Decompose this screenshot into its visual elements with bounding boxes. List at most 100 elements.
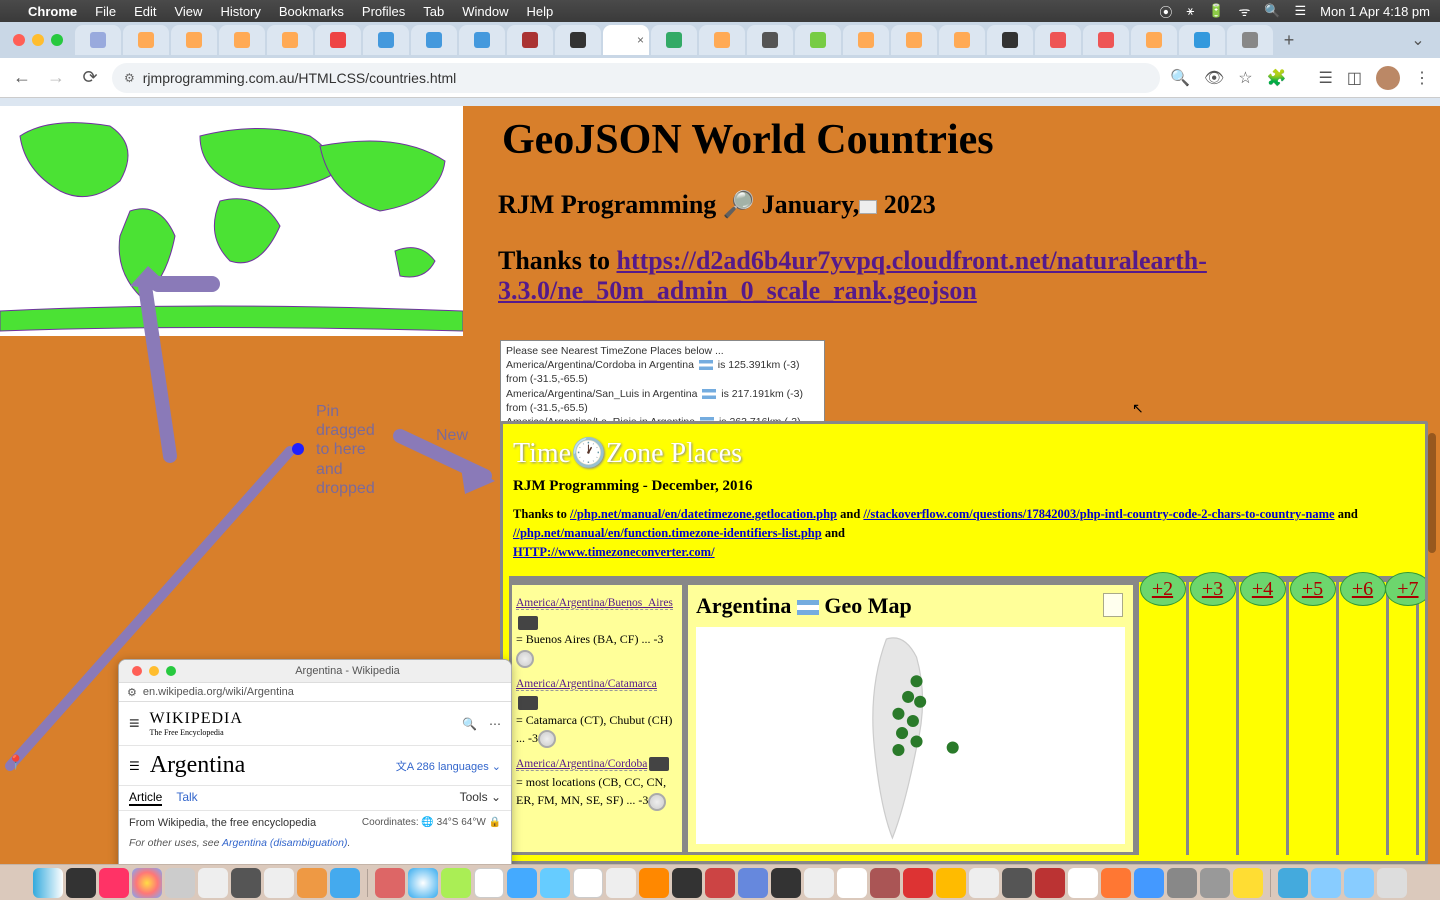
dock-app[interactable] [198, 868, 228, 898]
wiki-dab-link[interactable]: Argentina (disambiguation) [222, 837, 348, 849]
wikipedia-logo[interactable]: WIKIPEDIAThe Free Encyclopedia [150, 710, 243, 737]
argentina-map[interactable] [696, 627, 1125, 844]
world-map[interactable] [0, 106, 463, 336]
site-info-icon[interactable]: ⚙ [127, 686, 137, 699]
minimize-window[interactable] [32, 34, 44, 46]
tab-22[interactable] [1083, 25, 1129, 55]
tab-24[interactable] [1179, 25, 1225, 55]
dock-app[interactable] [264, 868, 294, 898]
dock-app[interactable] [870, 868, 900, 898]
reload-button[interactable]: ⟳ [78, 66, 102, 90]
wiki-more-icon[interactable]: ⋯ [489, 717, 501, 731]
tab-16[interactable] [795, 25, 841, 55]
notepad-icon[interactable] [1103, 593, 1123, 617]
dock-app[interactable] [1167, 868, 1197, 898]
dock-trash[interactable] [1377, 868, 1407, 898]
dock-app[interactable] [969, 868, 999, 898]
menu-app[interactable]: Chrome [28, 4, 77, 19]
menu-window[interactable]: Window [462, 4, 508, 19]
page-scrollbar[interactable] [1428, 421, 1436, 864]
wiki-min[interactable] [149, 666, 159, 676]
camera-icon[interactable] [649, 757, 669, 771]
offset-col[interactable]: +3 [1189, 582, 1239, 855]
zoom-icon[interactable]: 🔍 [1170, 68, 1190, 88]
dock-app[interactable] [1068, 868, 1098, 898]
offset-col[interactable]: +6 [1339, 582, 1389, 855]
dock-app[interactable] [738, 868, 768, 898]
tab-15[interactable] [747, 25, 793, 55]
dock-app[interactable] [837, 868, 867, 898]
tab-18[interactable] [891, 25, 937, 55]
menu-file[interactable]: File [95, 4, 116, 19]
thanks-link-4[interactable]: HTTP://www.timezoneconverter.com/ [513, 545, 715, 559]
offset-badge[interactable]: +2 [1140, 572, 1186, 606]
bluetooth-icon[interactable]: ⚹ [1186, 3, 1194, 19]
tab-20[interactable] [987, 25, 1033, 55]
offset-badge[interactable]: +5 [1290, 572, 1336, 606]
thanks-link-1[interactable]: //php.net/manual/en/datetimezone.getloca… [570, 507, 837, 521]
timezone-list[interactable]: America/Argentina/Buenos_Aires = Buenos … [509, 582, 685, 855]
wiki-coordinates[interactable]: Coordinates: 🌐 34°S 64°W 🔒 [362, 817, 501, 828]
extensions-icon[interactable]: 🧩 [1267, 68, 1287, 88]
dragged-pin-marker[interactable] [292, 443, 304, 455]
dock-finder[interactable] [33, 868, 63, 898]
wiki-tab-talk[interactable]: Talk [176, 790, 197, 806]
offset-badge[interactable]: +3 [1190, 572, 1236, 606]
profile-avatar[interactable] [1376, 66, 1400, 90]
dock-app[interactable] [165, 868, 195, 898]
battery-icon[interactable]: 🔋 [1208, 3, 1224, 19]
offset-badge[interactable]: +4 [1240, 572, 1286, 606]
dock-activity[interactable] [66, 868, 96, 898]
back-button[interactable]: ← [10, 66, 34, 90]
menu-tab[interactable]: Tab [423, 4, 444, 19]
tab-14[interactable] [699, 25, 745, 55]
tz-link[interactable]: America/Argentina/Buenos_Aires [516, 597, 673, 610]
tab-10[interactable] [507, 25, 553, 55]
offset-col[interactable]: +7 [1389, 582, 1419, 855]
wiki-zoom[interactable] [166, 666, 176, 676]
control-center-icon[interactable]: ☰ [1295, 3, 1307, 19]
wiki-menu-icon[interactable]: ≡ [129, 713, 140, 734]
spotlight-icon[interactable]: 🔍 [1264, 3, 1280, 19]
dock-photos[interactable] [132, 868, 162, 898]
dock-app[interactable] [1002, 868, 1032, 898]
wiki-toc-icon[interactable]: ☰ [129, 759, 140, 773]
thanks-link-2[interactable]: //stackoverflow.com/questions/17842003/p… [863, 507, 1334, 521]
eye-icon[interactable]: 👁 [1204, 68, 1224, 88]
close-window[interactable] [13, 34, 25, 46]
tab-2[interactable] [123, 25, 169, 55]
wiki-tools-menu[interactable]: Tools ⌄ [460, 790, 501, 806]
wiki-tab-article[interactable]: Article [129, 790, 162, 806]
wifi-icon[interactable]: ᯤ [1238, 2, 1250, 20]
chrome-menu-icon[interactable]: ⋮ [1414, 68, 1430, 88]
zoom-window[interactable] [51, 34, 63, 46]
tab-23[interactable] [1131, 25, 1177, 55]
dock-app[interactable] [672, 868, 702, 898]
tz-link[interactable]: America/Argentina/Catamarca [516, 678, 657, 691]
dock-app[interactable] [771, 868, 801, 898]
address-bar[interactable]: ⚙ rjmprogramming.com.au/HTMLCSS/countrie… [112, 63, 1160, 93]
tab-19[interactable] [939, 25, 985, 55]
dock-app[interactable] [474, 868, 504, 898]
tab-9[interactable] [459, 25, 505, 55]
offset-badge[interactable]: +6 [1340, 572, 1386, 606]
close-tab-icon[interactable]: × [637, 33, 644, 47]
menu-history[interactable]: History [220, 4, 260, 19]
menu-help[interactable]: Help [527, 4, 554, 19]
dock-app[interactable] [231, 868, 261, 898]
tab-5[interactable] [267, 25, 313, 55]
dock-folder[interactable] [1311, 868, 1341, 898]
menu-bookmarks[interactable]: Bookmarks [279, 4, 344, 19]
dock-launchpad[interactable] [375, 868, 405, 898]
tab-3[interactable] [171, 25, 217, 55]
dock-downloads[interactable] [1278, 868, 1308, 898]
menu-edit[interactable]: Edit [134, 4, 156, 19]
tab-4[interactable] [219, 25, 265, 55]
dock-app[interactable] [936, 868, 966, 898]
wiki-language-button[interactable]: 文A 286 languages ⌄ [396, 758, 501, 774]
offset-col[interactable]: +5 [1289, 582, 1339, 855]
thanks-link-3[interactable]: //php.net/manual/en/function.timezone-id… [513, 526, 822, 540]
menu-view[interactable]: View [174, 4, 202, 19]
dock-app[interactable] [1134, 868, 1164, 898]
tab-13[interactable] [651, 25, 697, 55]
